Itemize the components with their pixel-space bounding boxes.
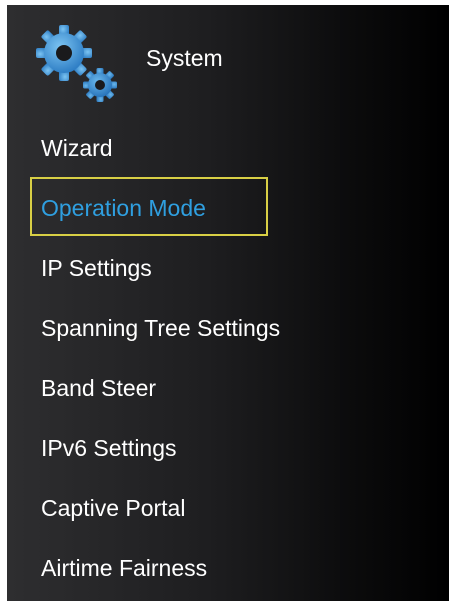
sidebar-item-operation-mode[interactable]: Operation Mode	[41, 195, 206, 222]
gears-icon	[36, 25, 117, 102]
sidebar-header: System	[7, 5, 449, 105]
sidebar-item-spanning-tree-settings[interactable]: Spanning Tree Settings	[41, 315, 280, 342]
sidebar-item-ip-settings[interactable]: IP Settings	[41, 255, 152, 282]
sidebar-item-airtime-fairness[interactable]: Airtime Fairness	[41, 555, 207, 582]
sidebar-item-ipv6-settings[interactable]: IPv6 Settings	[41, 435, 177, 462]
section-title: System	[146, 45, 223, 71]
sidebar-item-captive-portal[interactable]: Captive Portal	[41, 495, 185, 522]
sidebar-item-wizard[interactable]: Wizard	[41, 135, 113, 162]
sidebar-item-band-steer[interactable]: Band Steer	[41, 375, 156, 402]
system-sidebar: System Wizard Operation Mode IP Settings…	[7, 5, 449, 601]
